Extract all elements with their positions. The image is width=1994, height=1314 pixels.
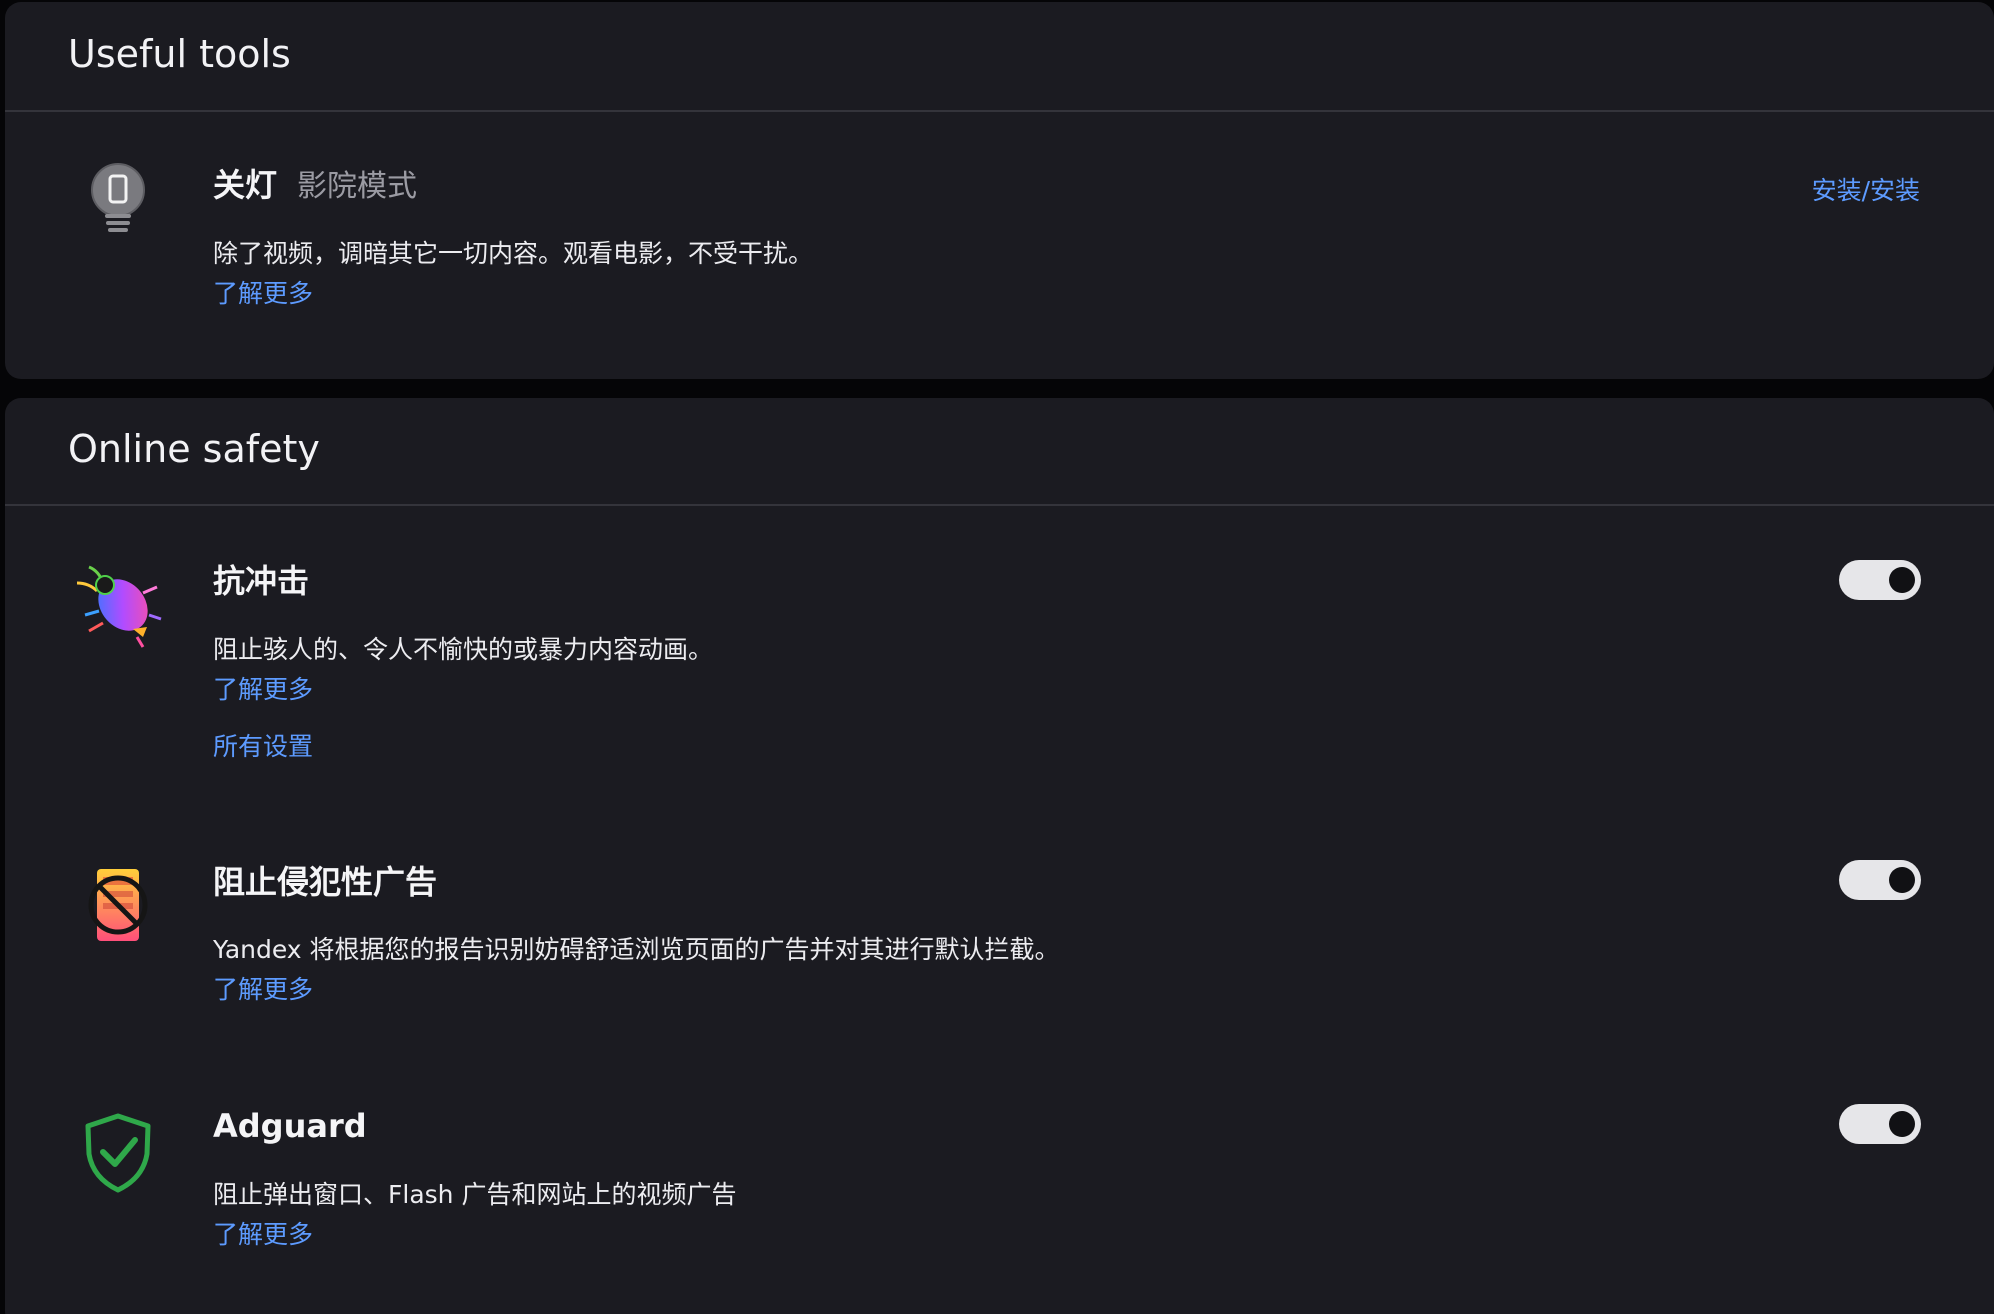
- online-safety-card: Online safety 抗冲击 阻止骇人的、令人不愉快的或暴力内容动画。 了…: [5, 398, 1994, 1314]
- install-link[interactable]: 安装/安装: [1812, 171, 1920, 207]
- adguard-description: 阻止弹出窗口、Flash 广告和网站上的视频广告: [213, 1180, 737, 1209]
- block-ads-description: Yandex 将根据您的报告识别妨碍舒适浏览页面的广告并对其进行默认拦截。: [213, 935, 1060, 964]
- lights-off-title: 关灯 影院模式: [213, 169, 417, 202]
- useful-tools-card: Useful tools 关灯 影院模式 安装/安装 除了视频，调暗其它一切内容。…: [5, 2, 1994, 379]
- adguard-learn-more-link[interactable]: 了解更多: [213, 1222, 313, 1247]
- anti-shock-learn-more-link[interactable]: 了解更多: [213, 677, 313, 702]
- block-ads-toggle[interactable]: [1839, 860, 1921, 900]
- lightbulb-icon: [63, 152, 173, 262]
- lights-off-title-text: 关灯: [213, 166, 278, 204]
- divider: [5, 110, 1994, 112]
- lights-off-description: 除了视频，调暗其它一切内容。观看电影，不受干扰。: [213, 239, 814, 268]
- anti-shock-description: 阻止骇人的、令人不愉快的或暴力内容动画。: [213, 635, 714, 664]
- adguard-toggle[interactable]: [1839, 1104, 1921, 1144]
- lights-off-learn-more-link[interactable]: 了解更多: [213, 281, 313, 306]
- adguard-shield-icon: [63, 1098, 173, 1208]
- block-ads-learn-more-link[interactable]: 了解更多: [213, 977, 313, 1002]
- adguard-title: Adguard: [213, 1107, 367, 1145]
- useful-tools-heading: Useful tools: [68, 32, 291, 76]
- toggle-knob: [1889, 1111, 1915, 1137]
- blocked-ad-icon: [63, 853, 173, 963]
- block-ads-title: 阻止侵犯性广告: [213, 863, 438, 901]
- toggle-knob: [1889, 867, 1915, 893]
- anti-shock-all-settings-link[interactable]: 所有设置: [213, 734, 313, 759]
- shock-bug-icon: [63, 553, 173, 663]
- anti-shock-toggle[interactable]: [1839, 560, 1921, 600]
- anti-shock-title: 抗冲击: [213, 562, 310, 600]
- extensions-page: Useful tools 关灯 影院模式 安装/安装 除了视频，调暗其它一切内容。…: [0, 0, 1994, 1314]
- lights-off-subtitle: 影院模式: [297, 169, 418, 204]
- online-safety-heading: Online safety: [68, 427, 320, 471]
- toggle-knob: [1889, 567, 1915, 593]
- divider: [5, 504, 1994, 506]
